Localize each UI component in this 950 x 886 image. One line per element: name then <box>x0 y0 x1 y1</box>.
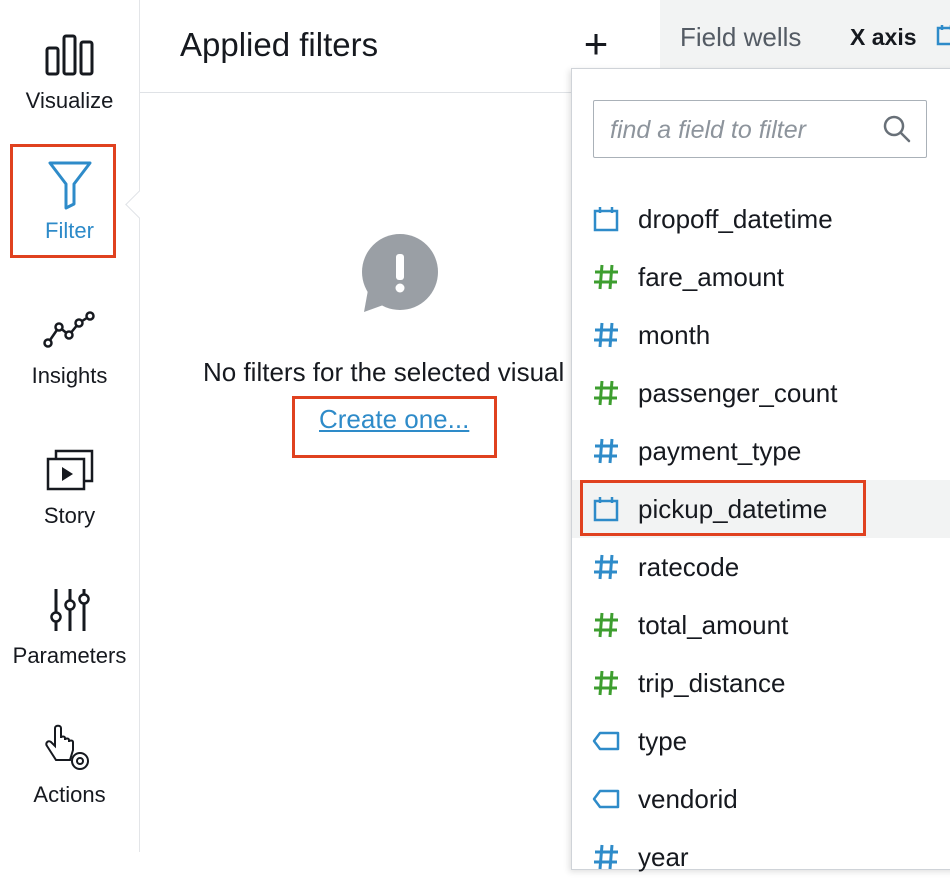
active-pointer-notch <box>122 188 142 222</box>
hash-measure-icon <box>591 610 621 640</box>
pointer-gear-icon <box>40 724 100 774</box>
nav-item-insights[interactable]: Insights <box>0 305 139 425</box>
filter-funnel-icon <box>40 160 100 210</box>
x-axis-label: X axis <box>850 24 917 50</box>
bar-chart-icon <box>40 30 100 80</box>
nav-item-actions[interactable]: Actions <box>0 724 139 844</box>
nav-item-story[interactable]: Story <box>0 445 139 565</box>
nav-label-parameters: Parameters <box>12 643 127 668</box>
field-item-trip-distance[interactable]: trip_distance <box>572 654 950 712</box>
field-item-dropoff-datetime[interactable]: dropoff_datetime <box>572 190 950 248</box>
field-item-month[interactable]: month <box>572 306 950 364</box>
field-item-type[interactable]: type <box>572 712 950 770</box>
hash-dimension-icon <box>591 320 621 350</box>
field-wells-bar: Field wells X axis <box>660 0 950 70</box>
field-search-input[interactable] <box>608 113 872 147</box>
field-name: payment_type <box>638 435 802 466</box>
field-search-box[interactable] <box>593 100 927 158</box>
field-wells-title[interactable]: Field wells <box>680 22 801 53</box>
hash-measure-icon <box>591 378 621 408</box>
field-item-fare-amount[interactable]: fare_amount <box>572 248 950 306</box>
alert-bubble-icon <box>360 234 440 314</box>
nav-label-actions: Actions <box>33 782 106 807</box>
field-name: year <box>638 841 689 872</box>
field-item-ratecode[interactable]: ratecode <box>572 538 950 596</box>
field-item-payment-type[interactable]: payment_type <box>572 422 950 480</box>
field-picker-dropdown: dropoff_datetime fare_amountmonth passenge… <box>571 68 950 872</box>
calendar-icon <box>936 24 950 46</box>
add-filter-button[interactable]: + <box>574 22 618 66</box>
field-name: passenger_count <box>638 377 838 408</box>
calendar-icon <box>591 204 621 234</box>
insights-line-icon <box>40 305 100 355</box>
search-icon[interactable] <box>882 114 912 144</box>
create-filter-link[interactable]: Create one... <box>319 404 469 435</box>
field-name: trip_distance <box>638 667 786 698</box>
field-item-total-amount[interactable]: total_amount <box>572 596 950 654</box>
hash-measure-icon <box>591 668 621 698</box>
calendar-icon <box>591 494 621 524</box>
field-name: type <box>638 725 688 756</box>
field-item-pickup-datetime[interactable]: pickup_datetime <box>572 480 950 538</box>
tag-icon <box>591 784 621 814</box>
nav-label-visualize: Visualize <box>25 88 114 113</box>
field-name: vendorid <box>638 783 738 814</box>
nav-label-story: Story <box>43 503 96 528</box>
field-item-vendorid[interactable]: vendorid <box>572 770 950 828</box>
field-name: pickup_datetime <box>638 493 828 524</box>
field-name: month <box>638 319 711 350</box>
left-nav-rail: Visualize Filter Insights Story Paramete… <box>0 0 140 852</box>
field-name: fare_amount <box>638 261 784 292</box>
nav-item-filter[interactable]: Filter <box>0 160 139 280</box>
hash-measure-icon <box>591 262 621 292</box>
tag-icon <box>591 726 621 756</box>
field-name: total_amount <box>638 609 789 640</box>
nav-label-filter: Filter <box>45 218 94 243</box>
hash-dimension-icon <box>591 436 621 466</box>
nav-label-insights: Insights <box>31 363 108 388</box>
field-name: dropoff_datetime <box>638 203 833 234</box>
nav-item-parameters[interactable]: Parameters <box>0 585 139 705</box>
nav-item-visualize[interactable]: Visualize <box>0 30 139 150</box>
field-item-passenger-count[interactable]: passenger_count <box>572 364 950 422</box>
story-play-icon <box>40 445 100 495</box>
field-name: ratecode <box>638 551 740 582</box>
panel-title: Applied filters <box>180 26 379 63</box>
empty-state-message: No filters for the selected visual <box>203 357 565 387</box>
sliders-icon <box>40 585 100 635</box>
hash-dimension-icon <box>591 552 621 582</box>
hash-dimension-icon <box>591 842 621 872</box>
field-item-year[interactable]: year <box>572 828 950 886</box>
field-list: dropoff_datetime fare_amountmonth passenge… <box>572 190 950 886</box>
